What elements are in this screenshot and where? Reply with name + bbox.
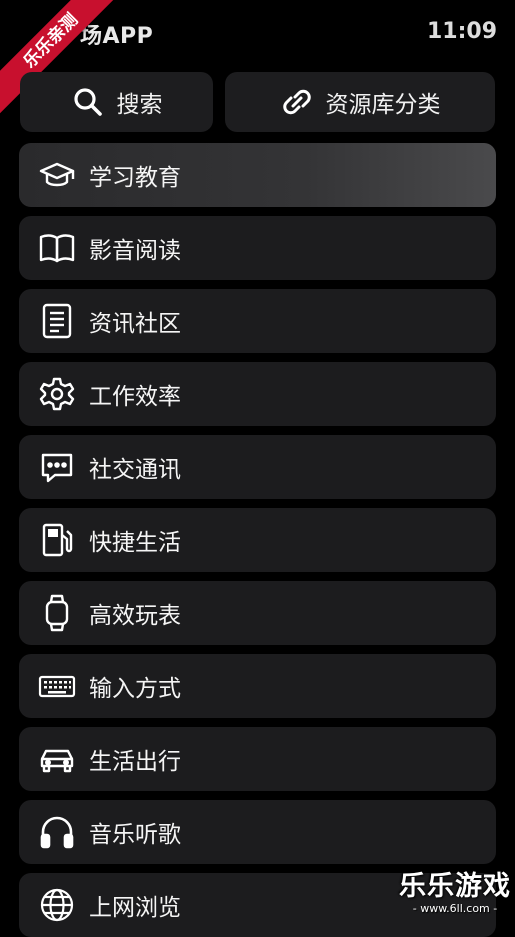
watermark-url: - www.6ll.com - (412, 902, 498, 915)
library-button-label: 资源库分类 (325, 92, 441, 118)
category-label: 快捷生活 (89, 530, 181, 556)
category-work-efficiency[interactable]: 工作效率 (19, 362, 496, 426)
category-label: 输入方式 (89, 676, 181, 702)
category-travel[interactable]: 生活出行 (19, 727, 496, 791)
category-smartwatch[interactable]: 高效玩表 (19, 581, 496, 645)
category-music[interactable]: 音乐听歌 (19, 800, 496, 864)
graduation-cap-icon (37, 155, 77, 195)
library-category-button[interactable]: 资源库分类 (225, 72, 495, 132)
search-button[interactable]: 搜索 (20, 72, 213, 132)
category-quick-life[interactable]: 快捷生活 (19, 508, 496, 572)
category-label: 生活出行 (89, 749, 181, 775)
category-label: 影音阅读 (89, 238, 181, 264)
book-icon (37, 228, 77, 268)
headphones-icon (37, 812, 77, 852)
category-news-community[interactable]: 资讯社区 (19, 289, 496, 353)
category-social-communication[interactable]: 社交通讯 (19, 435, 496, 499)
link-icon (280, 85, 314, 119)
category-input-method[interactable]: 输入方式 (19, 654, 496, 718)
category-label: 音乐听歌 (89, 822, 181, 848)
fuel-pump-icon (37, 520, 77, 560)
category-label: 社交通讯 (89, 457, 181, 483)
category-education[interactable]: 学习教育 (19, 143, 496, 207)
category-label: 学习教育 (89, 165, 181, 191)
status-time: 11:09 (426, 19, 497, 44)
keyboard-icon (37, 666, 77, 706)
news-icon (37, 301, 77, 341)
category-label: 高效玩表 (89, 603, 181, 629)
chat-icon (37, 447, 77, 487)
category-label: 资讯社区 (89, 311, 181, 337)
app-title: 场APP (80, 24, 154, 49)
car-icon (37, 739, 77, 779)
category-label: 工作效率 (89, 384, 181, 410)
search-icon (71, 85, 105, 119)
watch-icon (37, 593, 77, 633)
category-media-reading[interactable]: 影音阅读 (19, 216, 496, 280)
watermark-title: 乐乐游戏 (399, 871, 511, 902)
watermark-logo: 乐乐游戏 - www.6ll.com - (399, 871, 511, 916)
globe-icon (37, 885, 77, 925)
gear-icon (37, 374, 77, 414)
search-button-label: 搜索 (116, 92, 163, 118)
